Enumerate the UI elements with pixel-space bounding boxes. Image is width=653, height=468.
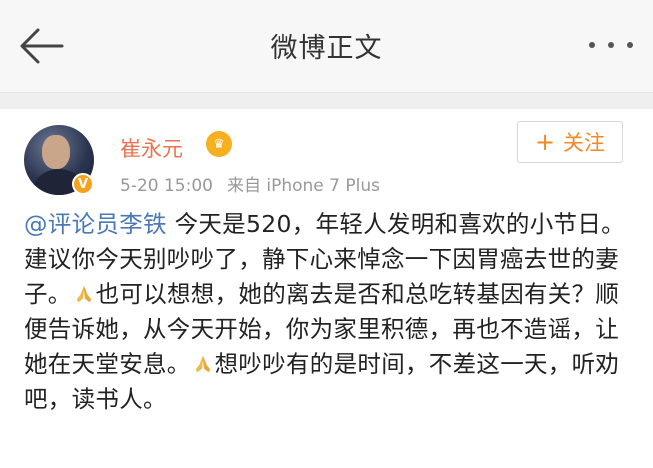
verified-badge-icon: V [72, 173, 94, 195]
post-date: 5-20 15:00 [120, 176, 213, 196]
username[interactable]: 崔永元 [120, 133, 183, 163]
follow-label: 关注 [563, 131, 606, 155]
vip-icon: ♛ [206, 131, 232, 157]
follow-button[interactable]: + 关注 [517, 121, 623, 163]
post-text: @评论员李铁 今天是520，年轻人发明和喜欢的小节日。建议你今天别吵吵了，静下心… [24, 207, 629, 417]
top-navigation-bar: 微博正文 [0, 0, 653, 93]
post-source: 来自 iPhone 7 Plus [226, 176, 381, 196]
plus-icon: + [534, 128, 556, 156]
page-title: 微博正文 [270, 33, 383, 64]
more-icon [589, 42, 595, 48]
more-button[interactable] [589, 34, 633, 56]
post-meta: 5-20 15:00 来自 iPhone 7 Plus [120, 171, 394, 196]
pray-emoji-icon [195, 355, 210, 373]
weibo-post-card: V 崔永元 ♛ 5-20 15:00 来自 iPhone 7 Plus + 关注 … [0, 109, 653, 468]
pray-emoji-icon [76, 285, 91, 303]
section-divider [0, 93, 653, 109]
mention-link[interactable]: @评论员李铁 [24, 210, 167, 238]
